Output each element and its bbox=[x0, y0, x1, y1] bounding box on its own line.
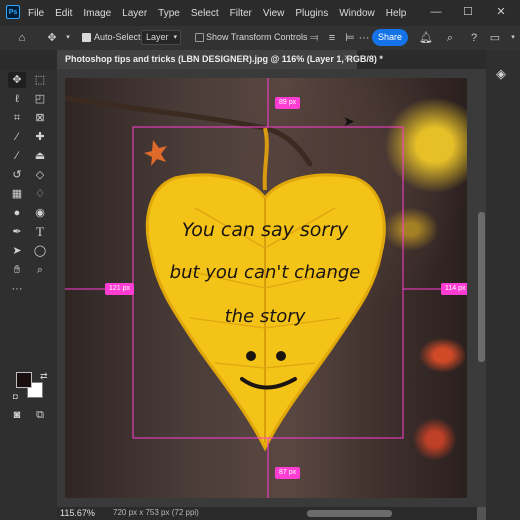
artwork-text-line-2: but you can't change bbox=[170, 262, 361, 283]
menu-filter[interactable]: Filter bbox=[230, 8, 252, 19]
brush-tool-icon[interactable]: ∕ bbox=[8, 148, 26, 164]
bottom-distance-label: 87 px bbox=[275, 467, 301, 479]
show-transform-label: Show Transform Controls bbox=[206, 32, 308, 42]
more-tools-icon[interactable]: ··· bbox=[8, 281, 26, 297]
history-brush-tool-icon[interactable]: ↺ bbox=[8, 167, 26, 183]
notification-bell-icon[interactable]: 🔔︎ bbox=[418, 30, 434, 46]
minimize-icon[interactable]: — bbox=[428, 4, 444, 20]
tools-panel: ✥ ⬚ ℓ ◰ ⌗ ⊠ ⁄ ✚ ∕ ⏏ ↺ ◇ ▦ ♢ ● ◉ ✒ T ➤ ◯ … bbox=[0, 69, 57, 520]
horizontal-scrollbar-thumb[interactable] bbox=[307, 510, 392, 517]
layer-select-value: Layer bbox=[146, 32, 169, 42]
menu-window[interactable]: Window bbox=[339, 8, 375, 19]
left-distance-label: 121 px bbox=[105, 283, 135, 295]
menu-image[interactable]: Image bbox=[83, 8, 111, 19]
auto-select-label: Auto-Select: bbox=[94, 32, 144, 42]
object-select-tool-icon[interactable]: ◰ bbox=[31, 91, 49, 107]
workspace-icon[interactable]: ▭ bbox=[487, 30, 503, 46]
document-tab[interactable]: Photoshop tips and tricks (LBN DESIGNER)… bbox=[57, 50, 383, 69]
chevron-down-icon[interactable]: ▾ bbox=[60, 30, 76, 46]
layers-panel-icon[interactable]: ◈ bbox=[496, 66, 506, 82]
document-tab-title: Photoshop tips and tricks (LBN DESIGNER)… bbox=[65, 54, 383, 64]
options-bar: ⌂ ✥ ▾ Auto-Select: Layer ▾ Show Transform… bbox=[0, 26, 520, 51]
photoshop-logo-icon: Ps bbox=[6, 5, 20, 19]
default-colors-icon[interactable]: ◘ bbox=[13, 392, 18, 401]
frame-tool-icon[interactable]: ⊠ bbox=[31, 110, 49, 126]
artwork-text-line-3: the story bbox=[225, 306, 306, 327]
menu-select[interactable]: Select bbox=[191, 8, 219, 19]
canvas-area[interactable]: You can say sorry but you can't change t… bbox=[57, 69, 477, 507]
spot-healing-tool-icon[interactable]: ✚ bbox=[31, 129, 49, 145]
tab-close-icon[interactable]: × bbox=[344, 53, 350, 64]
maximize-icon[interactable]: ☐ bbox=[460, 4, 476, 20]
blur-tool-icon[interactable]: ♢ bbox=[31, 186, 49, 202]
ellipse-tool-icon[interactable]: ◯ bbox=[31, 243, 49, 259]
move-tool-preset-icon[interactable]: ✥ bbox=[44, 30, 60, 46]
artwork-text-line-1: You can say sorry bbox=[182, 219, 349, 241]
more-options-icon[interactable]: ··· bbox=[356, 30, 372, 46]
top-distance-label: 89 px bbox=[275, 97, 301, 109]
share-button[interactable]: Share bbox=[372, 29, 408, 46]
show-transform-checkbox[interactable] bbox=[195, 33, 204, 42]
sponge-tool-icon[interactable]: ◉ bbox=[31, 205, 49, 221]
close-icon[interactable]: ✕ bbox=[493, 4, 509, 20]
chevron-down-icon[interactable]: ▾ bbox=[505, 30, 520, 46]
home-icon[interactable]: ⌂ bbox=[14, 30, 30, 46]
zoom-level-field[interactable]: 115.67% bbox=[60, 508, 95, 518]
menu-items: File Edit Image Layer Type Select Filter… bbox=[28, 0, 406, 26]
pen-tool-icon[interactable]: ✒ bbox=[8, 224, 26, 240]
type-tool-icon[interactable]: T bbox=[31, 224, 49, 240]
menu-file[interactable]: File bbox=[28, 8, 44, 19]
auto-select-target-select[interactable]: Layer ▾ bbox=[141, 30, 181, 45]
marquee-tool-icon[interactable]: ⬚ bbox=[31, 72, 49, 88]
dodge-tool-icon[interactable]: ● bbox=[8, 205, 26, 221]
crop-tool-icon[interactable]: ⌗ bbox=[8, 110, 26, 126]
lasso-tool-icon[interactable]: ℓ bbox=[8, 91, 26, 107]
eyedropper-tool-icon[interactable]: ⁄ bbox=[8, 129, 26, 145]
status-bar: 115.67% 720 px x 753 px (72 ppi) bbox=[57, 507, 477, 520]
gradient-tool-icon[interactable]: ▦ bbox=[8, 186, 26, 202]
help-icon[interactable]: ? bbox=[466, 30, 482, 46]
menu-plugins[interactable]: Plugins bbox=[295, 8, 328, 19]
swap-colors-icon[interactable]: ⇄ bbox=[40, 371, 48, 382]
right-distance-label: 114 px bbox=[441, 283, 467, 295]
foreground-color-swatch[interactable] bbox=[16, 372, 32, 388]
menu-type[interactable]: Type bbox=[158, 8, 180, 19]
clone-stamp-tool-icon[interactable]: ⏏ bbox=[31, 148, 49, 164]
align-center-icon[interactable]: ≡ bbox=[324, 30, 340, 46]
search-icon[interactable]: ⌕ bbox=[442, 30, 458, 46]
move-cursor-icon: ➤ bbox=[343, 113, 355, 129]
menu-help[interactable]: Help bbox=[386, 8, 407, 19]
menu-layer[interactable]: Layer bbox=[122, 8, 147, 19]
hand-tool-icon[interactable]: ✋︎ bbox=[8, 262, 26, 278]
vertical-scrollbar-thumb[interactable] bbox=[478, 212, 485, 362]
auto-select-checkbox[interactable] bbox=[82, 33, 91, 42]
screen-mode-icon[interactable]: ⧉ bbox=[31, 407, 49, 423]
move-tool-icon[interactable]: ✥ bbox=[8, 72, 26, 88]
menu-view[interactable]: View bbox=[263, 8, 285, 19]
zoom-tool-icon[interactable]: ⌕ bbox=[31, 262, 49, 278]
document-image[interactable]: You can say sorry but you can't change t… bbox=[65, 78, 467, 498]
chevron-down-icon: ▾ bbox=[173, 34, 177, 41]
align-left-icon[interactable]: ⫤ bbox=[306, 30, 322, 46]
menu-bar: Ps File Edit Image Layer Type Select Fil… bbox=[0, 0, 520, 26]
document-size-info: 720 px x 753 px (72 ppi) bbox=[113, 508, 199, 517]
eraser-tool-icon[interactable]: ◇ bbox=[31, 167, 49, 183]
path-select-tool-icon[interactable]: ➤ bbox=[8, 243, 26, 259]
menu-edit[interactable]: Edit bbox=[55, 8, 72, 19]
quick-mask-icon[interactable]: ◙ bbox=[8, 407, 26, 423]
right-panel-dock: ◈ bbox=[486, 50, 520, 520]
